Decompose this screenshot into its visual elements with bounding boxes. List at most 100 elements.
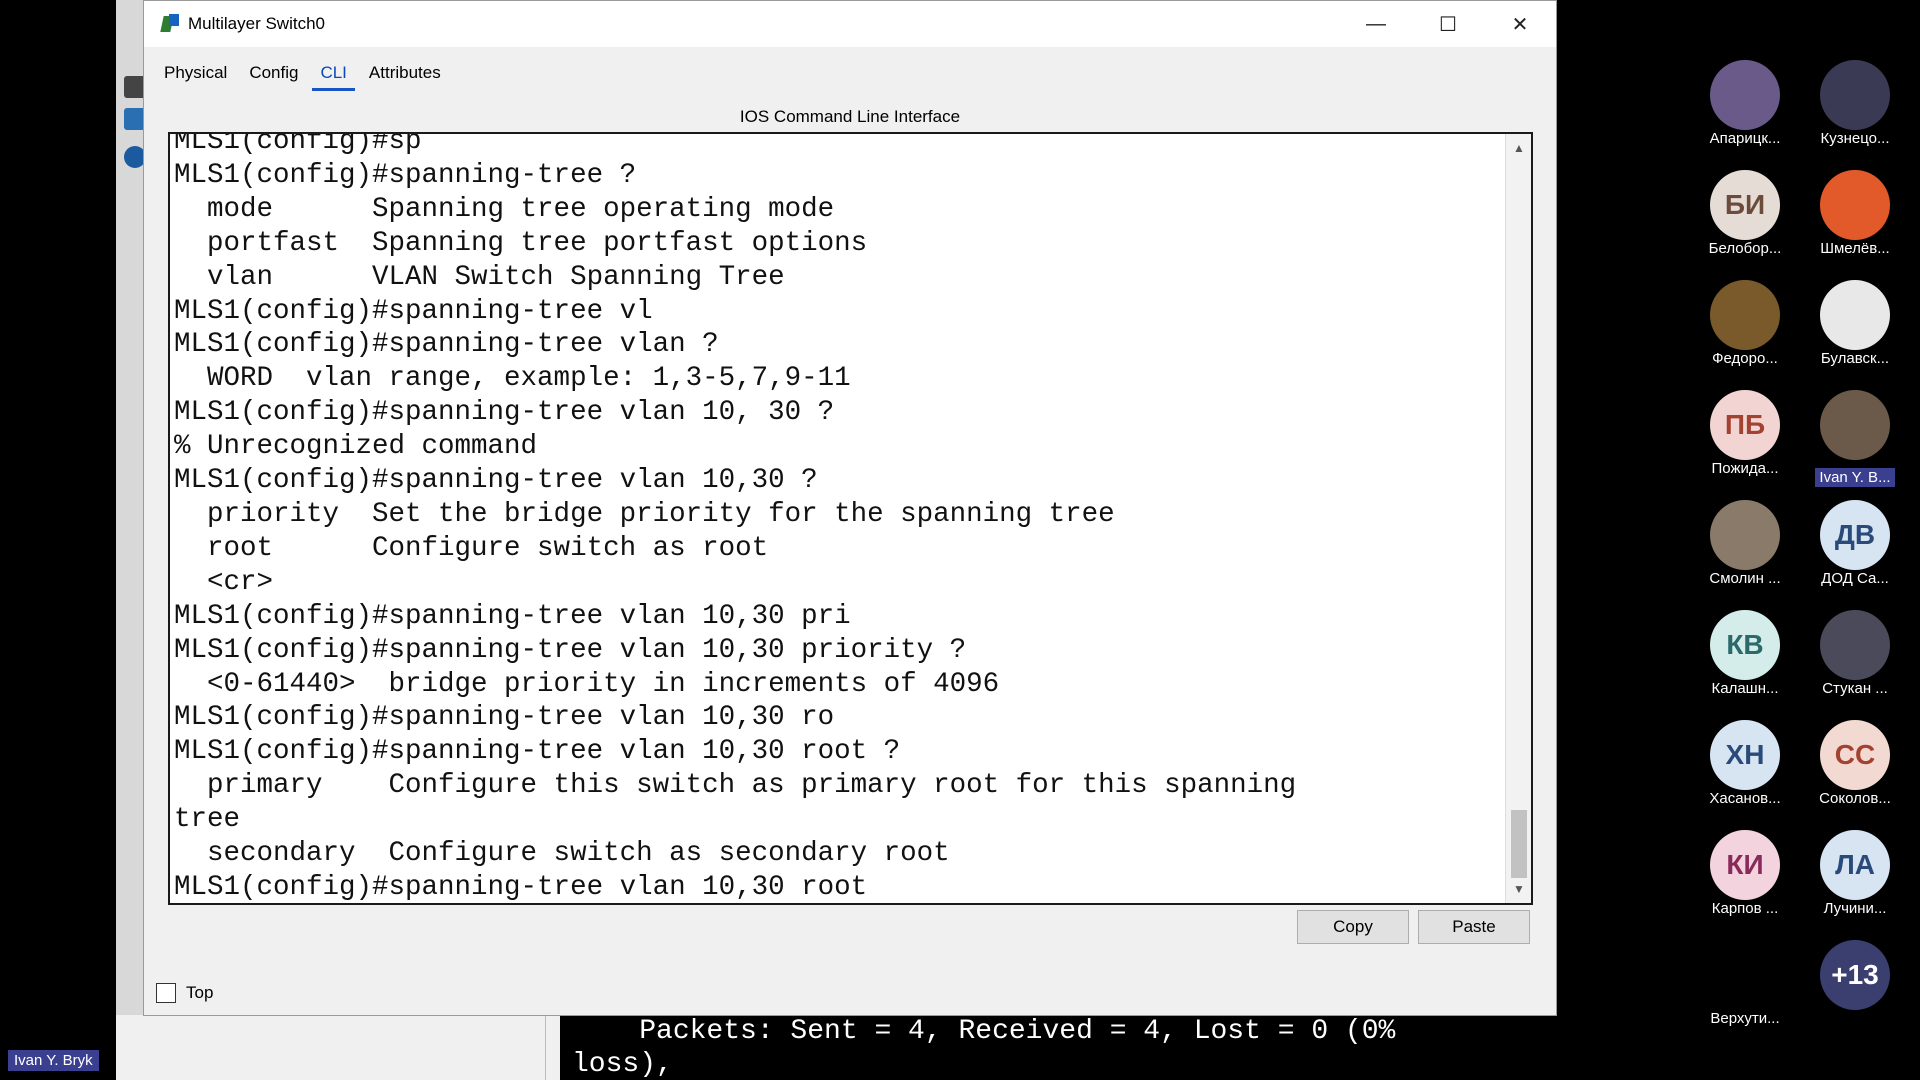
scroll-up-icon[interactable]: ▲ bbox=[1506, 136, 1531, 160]
participant-name: Стукан ... bbox=[1822, 680, 1888, 697]
participant-tile[interactable]: ПБ Пожида... bbox=[1690, 390, 1800, 478]
participant-tile[interactable]: Стукан ... bbox=[1800, 610, 1910, 698]
participant-avatar: ДВ bbox=[1820, 500, 1890, 570]
participant-tile[interactable]: Федоро... bbox=[1690, 280, 1800, 368]
participant-tile[interactable]: КИ Карпов ... bbox=[1690, 830, 1800, 918]
terminal-line: primary Configure this switch as primary… bbox=[174, 770, 1297, 802]
participant-tile[interactable]: ХН Хасанов... bbox=[1690, 720, 1800, 808]
participant-name: Хасанов... bbox=[1709, 790, 1781, 807]
participant-name: ДОД Са... bbox=[1821, 570, 1889, 587]
close-button[interactable]: ✕ bbox=[1484, 1, 1556, 47]
device-window: Multilayer Switch0 — ☐ ✕ Physical Config… bbox=[143, 0, 1557, 1016]
terminal-line: MLS1(config)#spanning-tree vl bbox=[174, 295, 653, 327]
participant-avatar bbox=[1820, 280, 1890, 350]
participant-avatar bbox=[1710, 60, 1780, 130]
participant-tile[interactable]: ЛА Лучини... bbox=[1800, 830, 1910, 918]
tab-physical[interactable]: Physical bbox=[156, 63, 235, 95]
participant-tile[interactable]: БИ Белобор... bbox=[1690, 170, 1800, 258]
background-terminal-line: Packets: Sent = 4, Received = 4, Lost = … bbox=[572, 1016, 1396, 1047]
tab-cli[interactable]: CLI bbox=[312, 63, 356, 95]
top-label: Top bbox=[186, 983, 214, 1002]
maximize-button[interactable]: ☐ bbox=[1412, 1, 1484, 47]
participant-avatar bbox=[1820, 170, 1890, 240]
participant-tile[interactable]: Ivan Y. B... bbox=[1800, 390, 1910, 487]
background-terminal: Packets: Sent = 4, Received = 4, Lost = … bbox=[560, 1015, 1560, 1080]
participant-avatar bbox=[1820, 60, 1890, 130]
tab-attributes[interactable]: Attributes bbox=[361, 63, 449, 95]
top-checkbox[interactable] bbox=[156, 983, 176, 1003]
participant-tile[interactable]: Верхути... bbox=[1690, 940, 1800, 1028]
terminal-line: MLS1(config)#spanning-tree vlan 10,30 pr… bbox=[174, 634, 967, 666]
terminal-line: WORD vlan range, example: 1,3-5,7,9-11 bbox=[174, 363, 851, 395]
tab-config[interactable]: Config bbox=[241, 63, 306, 95]
participant-tile[interactable]: Шмелёв... bbox=[1800, 170, 1910, 258]
terminal-line: <cr> bbox=[174, 566, 274, 598]
cli-heading: IOS Command Line Interface bbox=[739, 107, 961, 126]
terminal-line: MLS1(config)#spanning-tree ? bbox=[174, 159, 637, 191]
terminal-line: portfast Spanning tree portfast options bbox=[174, 227, 868, 259]
terminal-line: mode Spanning tree operating mode bbox=[174, 193, 835, 225]
cli-terminal[interactable]: MLS1(config)#sp MLS1(config)#spanning-tre… bbox=[168, 132, 1533, 905]
terminal-line: <0-61440> bridge priority in increments … bbox=[174, 668, 1000, 700]
participant-avatar bbox=[1710, 280, 1780, 350]
terminal-line: root Configure switch as root bbox=[174, 532, 769, 564]
participant-avatar bbox=[1710, 940, 1780, 1010]
participant-name: Шмелёв... bbox=[1820, 240, 1890, 257]
participant-tile[interactable]: КВ Калашн... bbox=[1690, 610, 1800, 698]
terminal-line: % Unrecognized command bbox=[174, 431, 538, 463]
title-bar[interactable]: Multilayer Switch0 — ☐ ✕ bbox=[144, 1, 1556, 47]
terminal-line: MLS1(config)#spanning-tree vlan 10,30 pr… bbox=[174, 600, 851, 632]
terminal-line: MLS1(config)#spanning-tree vlan ? bbox=[174, 329, 719, 361]
participant-name: Ivan Y. B... bbox=[1800, 460, 1910, 487]
scrollbar-thumb[interactable] bbox=[1511, 810, 1527, 878]
participant-avatar: КИ bbox=[1710, 830, 1780, 900]
copy-button[interactable]: Copy bbox=[1297, 910, 1409, 944]
participant-avatar: БИ bbox=[1710, 170, 1780, 240]
participant-avatar bbox=[1820, 390, 1890, 460]
participant-name: Белобор... bbox=[1708, 240, 1782, 257]
participant-tile[interactable]: Булавск... bbox=[1800, 280, 1910, 368]
participant-avatar bbox=[1820, 610, 1890, 680]
top-checkbox-row[interactable]: Top bbox=[156, 983, 213, 1003]
participant-tile[interactable]: Смолин ... bbox=[1690, 500, 1800, 588]
terminal-line: MLS1(config)#spanning-tree vlan 10,30 ro… bbox=[174, 871, 884, 903]
terminal-line: vlan VLAN Switch Spanning Tree bbox=[174, 261, 785, 293]
terminal-line: MLS1(config)#spanning-tree vlan 10,30 ? bbox=[174, 465, 818, 497]
participant-avatar: ЛА bbox=[1820, 830, 1890, 900]
background-terminal-line: loss), bbox=[572, 1049, 673, 1080]
participant-tile[interactable]: ДВ ДОД Са... bbox=[1800, 500, 1910, 588]
terminal-line: priority Set the bridge priority for the… bbox=[174, 498, 1115, 530]
participant-name: Булавск... bbox=[1820, 350, 1890, 367]
participant-tile[interactable]: Апарицк... bbox=[1690, 60, 1800, 148]
participant-avatar: ПБ bbox=[1710, 390, 1780, 460]
participant-tile[interactable]: Кузнецо... bbox=[1800, 60, 1910, 148]
participant-tile[interactable]: +13 bbox=[1800, 940, 1910, 1010]
terminal-scrollbar[interactable]: ▲ ▼ bbox=[1505, 134, 1531, 903]
participant-tile[interactable]: СС Соколов... bbox=[1800, 720, 1910, 808]
self-video-label: Ivan Y. Bryk bbox=[8, 1050, 99, 1071]
terminal-line: MLS1(config)#spanning-tree vlan 10, 30 ? bbox=[174, 397, 835, 429]
participant-avatar: СС bbox=[1820, 720, 1890, 790]
participant-name: Пожида... bbox=[1711, 460, 1779, 477]
participant-name: Смолин ... bbox=[1709, 570, 1781, 587]
terminal-line: MLS1(config)#spanning-tree vlan 10,30 ro… bbox=[174, 736, 901, 768]
minimize-button[interactable]: — bbox=[1340, 1, 1412, 47]
participant-name: Кузнецо... bbox=[1820, 130, 1890, 147]
tab-bar: Physical Config CLI Attributes bbox=[144, 47, 1556, 95]
terminal-line: MLS1(config)#sp bbox=[174, 132, 422, 157]
participant-name: Верхути... bbox=[1710, 1010, 1780, 1027]
scroll-down-icon[interactable]: ▼ bbox=[1506, 877, 1531, 901]
screen: Packets: Sent = 4, Received = 4, Lost = … bbox=[0, 0, 1920, 1080]
participant-name: Апарицк... bbox=[1709, 130, 1781, 147]
participant-name: Калашн... bbox=[1711, 680, 1779, 697]
window-title: Multilayer Switch0 bbox=[188, 14, 325, 33]
background-panel bbox=[116, 1015, 546, 1080]
paste-button[interactable]: Paste bbox=[1418, 910, 1530, 944]
terminal-line: MLS1(config)#spanning-tree vlan 10,30 ro bbox=[174, 702, 835, 734]
terminal-output[interactable]: MLS1(config)#sp MLS1(config)#spanning-tre… bbox=[174, 132, 1504, 903]
app-icon bbox=[160, 14, 180, 34]
participant-avatar: КВ bbox=[1710, 610, 1780, 680]
participant-name: Соколов... bbox=[1819, 790, 1891, 807]
participant-name: Федоро... bbox=[1712, 350, 1778, 367]
terminal-line: tree bbox=[174, 804, 241, 836]
